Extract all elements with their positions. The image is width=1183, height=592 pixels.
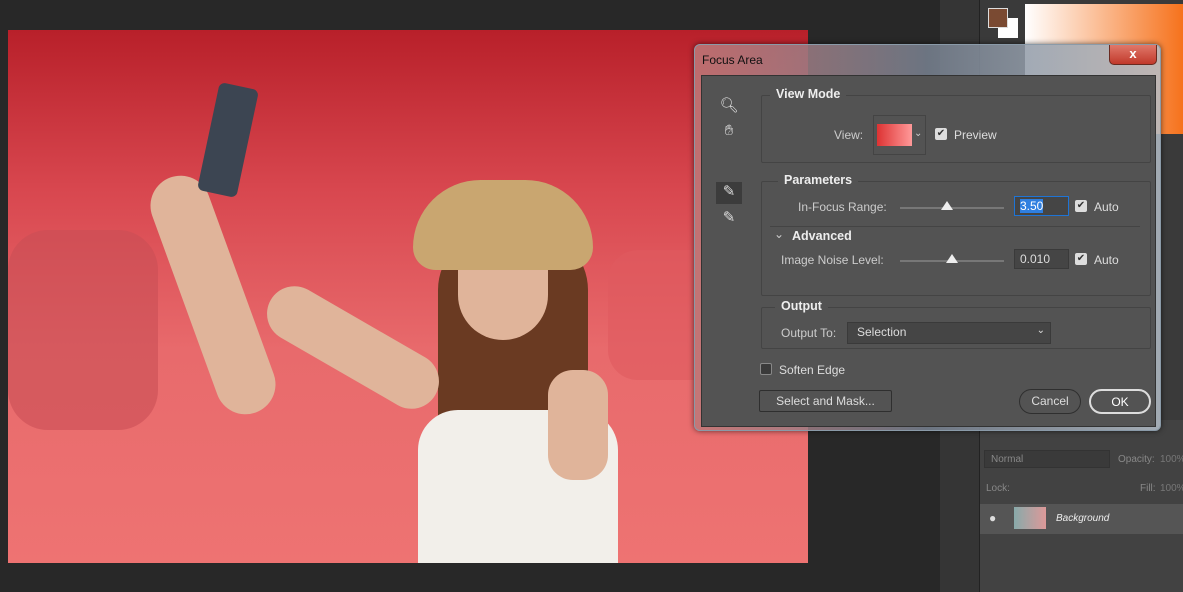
lock-label: Lock:	[986, 483, 1010, 494]
advanced-heading[interactable]: Advanced	[786, 229, 858, 243]
in-focus-auto-label: Auto	[1094, 200, 1119, 214]
focus-area-subtract-tool-icon[interactable]: ✎	[718, 208, 740, 226]
in-focus-auto-checkbox[interactable]: ✔	[1075, 200, 1087, 212]
focus-area-dialog: Focus Area x 🔍︎ ✋︎ ✎ ✎ View Mode View: ⌄…	[694, 44, 1161, 431]
subject-phone	[197, 82, 259, 198]
chevron-down-icon: ⌄	[1036, 325, 1045, 336]
hand-icon[interactable]: ✋︎	[718, 122, 740, 139]
slider-thumb[interactable]	[940, 201, 953, 210]
layer-thumbnail	[1014, 507, 1046, 529]
output-heading: Output	[775, 299, 828, 313]
subject-hand	[548, 370, 608, 480]
divider	[770, 226, 1140, 227]
foreground-color-swatch[interactable]	[988, 8, 1008, 28]
advanced-chevron-icon[interactable]: ⌄	[774, 227, 784, 241]
opacity-value[interactable]: 100%	[1160, 454, 1183, 465]
soften-edge-checkbox[interactable]	[760, 363, 772, 375]
in-focus-range-slider[interactable]	[900, 201, 1004, 210]
preview-label: Preview	[954, 128, 997, 142]
in-focus-range-label: In-Focus Range:	[798, 200, 887, 214]
dialog-body: 🔍︎ ✋︎ ✎ ✎ View Mode View: ⌄ ✔ Preview Pa…	[701, 75, 1156, 427]
output-to-select[interactable]: Selection ⌄	[847, 322, 1051, 344]
noise-auto-checkbox[interactable]: ✔	[1075, 253, 1087, 265]
soften-edge-label: Soften Edge	[779, 363, 846, 377]
noise-auto-label: Auto	[1094, 253, 1119, 267]
preview-checkbox[interactable]: ✔	[935, 128, 947, 140]
dialog-title: Focus Area	[702, 53, 763, 67]
subject-arm	[142, 167, 284, 423]
zoom-icon[interactable]: 🔍︎	[718, 96, 740, 114]
cancel-button[interactable]: Cancel	[1019, 389, 1081, 414]
eye-icon[interactable]: ●	[989, 511, 996, 525]
chevron-down-icon: ⌄	[914, 128, 923, 139]
layer-row[interactable]: ● Background	[980, 504, 1183, 534]
layers-panel: Normal Opacity: 100% Lock: Fill: 100% ● …	[980, 420, 1183, 592]
image-canvas[interactable]	[8, 30, 808, 563]
image-noise-level-input[interactable]: 0.010	[1014, 249, 1069, 269]
background-blur	[8, 230, 158, 430]
focus-area-add-tool-icon[interactable]: ✎	[716, 182, 742, 204]
fill-value[interactable]: 100%	[1160, 483, 1183, 494]
view-label: View:	[834, 128, 864, 142]
close-button[interactable]: x	[1109, 45, 1157, 65]
ok-button[interactable]: OK	[1089, 389, 1151, 414]
layer-name[interactable]: Background	[1056, 513, 1109, 524]
slider-thumb[interactable]	[946, 254, 958, 263]
parameters-heading: Parameters	[778, 173, 859, 187]
output-to-label: Output To:	[781, 326, 837, 340]
subject-arm	[256, 276, 450, 419]
view-thumbnail	[877, 124, 912, 146]
in-focus-range-input[interactable]: 3.50	[1014, 196, 1069, 216]
blend-mode-select[interactable]: Normal	[984, 450, 1110, 468]
image-noise-level-slider[interactable]	[900, 254, 1004, 263]
select-and-mask-button[interactable]: Select and Mask...	[759, 390, 892, 412]
view-select[interactable]: ⌄	[873, 115, 926, 155]
image-noise-level-label: Image Noise Level:	[781, 253, 884, 267]
view-mode-heading: View Mode	[770, 87, 847, 101]
subject-hat	[413, 180, 593, 270]
opacity-label: Opacity:	[1118, 454, 1155, 465]
fill-label: Fill:	[1140, 483, 1156, 494]
